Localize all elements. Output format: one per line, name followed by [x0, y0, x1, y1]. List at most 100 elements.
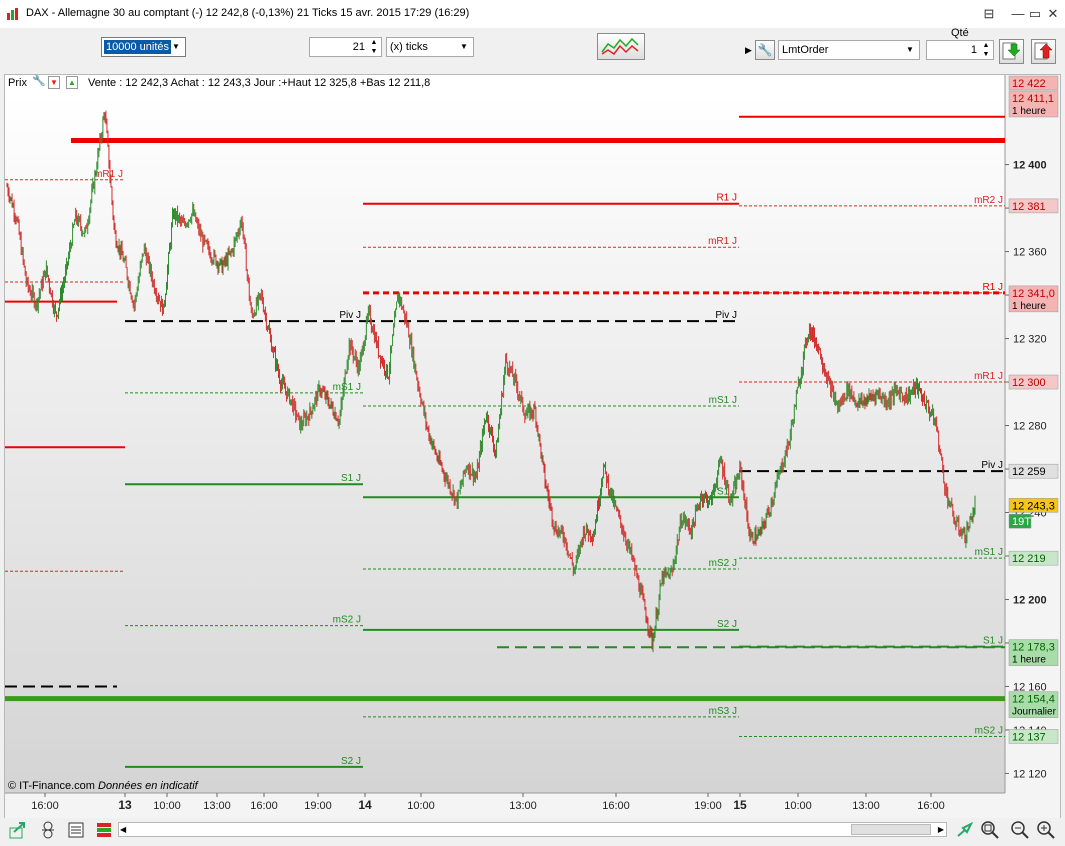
- y-tick-label: 12 320: [1013, 334, 1047, 346]
- y-tick-label: 12 120: [1013, 768, 1047, 780]
- quote-info: Vente : 12 242,3 Achat : 12 243,3 Jour :…: [88, 77, 431, 89]
- x-tick-label: 16:00: [250, 800, 278, 812]
- fit-icon[interactable]: [955, 820, 975, 843]
- level-label: mR2 J: [974, 195, 1003, 206]
- price-tag-label: 12 300: [1012, 377, 1046, 389]
- copyright-disclaimer: Données en indicatif: [98, 780, 198, 792]
- x-tick-label: 13:00: [509, 800, 537, 812]
- chevron-down-icon[interactable]: ▼: [457, 39, 471, 55]
- qty-value: 1: [970, 44, 977, 56]
- chevron-down-icon[interactable]: ▼: [903, 42, 917, 58]
- collapse-arrow-icon[interactable]: ▶: [745, 45, 752, 56]
- app-logo-icon: [6, 7, 20, 21]
- ticks-count-stepper[interactable]: 21 ▲ ▼: [309, 37, 382, 57]
- plot-background: [5, 95, 1005, 793]
- chart-style-button[interactable]: [597, 33, 645, 60]
- spin-arrows-icon[interactable]: ▲ ▼: [368, 38, 380, 56]
- y-tick-label: 12 400: [1013, 160, 1047, 172]
- order-type-select[interactable]: LmtOrder ▼: [778, 40, 920, 60]
- x-tick-label: 13:00: [203, 800, 231, 812]
- level-label: mR1 J: [974, 371, 1003, 382]
- level-label: Piv J: [339, 310, 361, 321]
- wrench-icon[interactable]: 🔧: [32, 76, 46, 89]
- price-tag-label: 12 411,1: [1012, 93, 1054, 105]
- price-tag-label: 12 154,4: [1012, 694, 1055, 706]
- list-icon[interactable]: [66, 820, 86, 843]
- x-tick-label: 14: [358, 798, 372, 812]
- zoom-fit-icon[interactable]: [980, 820, 1000, 843]
- price-tag-timeframe: Journalier: [1012, 707, 1057, 718]
- price-chart[interactable]: mR1 J Piv J mS1 J S1 J mS2 J S2 J R1 J mR1 J Piv…: [5, 75, 1060, 819]
- scroll-right-icon[interactable]: ▶: [938, 823, 944, 836]
- chevron-down-icon[interactable]: ▼: [169, 39, 183, 55]
- price-label: Prix: [8, 77, 27, 89]
- candles-chart-icon: [601, 37, 639, 56]
- x-tick-label: 10:00: [407, 800, 435, 812]
- settings-icon[interactable]: [38, 820, 58, 843]
- copyright-note: © IT-Finance.com Données en indicatif: [8, 780, 198, 792]
- copyright-source: © IT-Finance.com: [8, 780, 95, 792]
- scroll-left-icon[interactable]: ◀: [120, 823, 126, 836]
- zoom-in-icon[interactable]: [1036, 820, 1056, 843]
- level-label: R1 J: [716, 193, 737, 204]
- price-tag-label: 12 137: [1012, 731, 1046, 743]
- level-label: mS1 J: [333, 382, 361, 393]
- buy-button[interactable]: [999, 39, 1024, 64]
- window-title: DAX - Allemagne 30 au comptant (-) 12 24…: [26, 7, 470, 19]
- level-label: R1 J: [982, 282, 1003, 293]
- ticks-mode-select[interactable]: (x) ticks ▼: [386, 37, 474, 57]
- level-label: S1 J: [983, 636, 1003, 647]
- scroll-thumb[interactable]: [851, 824, 931, 835]
- level-label: mR1 J: [708, 236, 737, 247]
- price-tag-timeframe: 1 heure: [1012, 301, 1046, 312]
- price-tag-timeframe: 1 heure: [1012, 655, 1046, 666]
- export-icon[interactable]: [8, 820, 28, 843]
- close-button[interactable]: ✕: [1040, 4, 1065, 24]
- y-tick-label: 12 280: [1013, 421, 1047, 433]
- qty-label: Qté: [951, 27, 969, 39]
- chart-panel[interactable]: mR1 J Piv J mS1 J S1 J mS2 J S2 J R1 J mR1 J Piv…: [4, 74, 1061, 820]
- y-tick-label: 12 200: [1013, 594, 1047, 606]
- level-label: Piv J: [981, 460, 1003, 471]
- title-bar: DAX - Allemagne 30 au comptant (-) 12 24…: [0, 0, 1065, 29]
- level-label: mS1 J: [709, 395, 737, 406]
- level-label: mS2 J: [333, 615, 361, 626]
- qty-stepper[interactable]: 1 ▲ ▼: [926, 40, 994, 60]
- level-label: S2 J: [717, 619, 737, 630]
- x-tick-label: 10:00: [153, 800, 181, 812]
- buy-small-icon[interactable]: ▲: [66, 76, 78, 89]
- price-tag-label: 12 422: [1012, 78, 1046, 90]
- x-tick-label: 10:00: [784, 800, 812, 812]
- price-tag-label: 19T: [1012, 516, 1031, 528]
- zoom-out-icon[interactable]: [1010, 820, 1030, 843]
- x-tick-label: 16:00: [31, 800, 59, 812]
- x-tick-label: 13:00: [852, 800, 880, 812]
- x-tick-label: 16:00: [602, 800, 630, 812]
- level-label: mR1 J: [94, 169, 123, 180]
- x-tick-label: 19:00: [694, 800, 722, 812]
- level-label: S1 J: [341, 473, 361, 484]
- price-tag-label: 12 341,0: [1012, 288, 1055, 300]
- price-tag-label: 12 259: [1012, 466, 1046, 478]
- x-tick-label: 16:00: [917, 800, 945, 812]
- level-label: mS3 J: [709, 706, 737, 717]
- buy-arrow-icon: [1002, 42, 1021, 60]
- horizontal-scrollbar[interactable]: ◀ ▶: [118, 822, 947, 837]
- pin-icon[interactable]: ⊟: [976, 4, 1002, 24]
- sell-button[interactable]: [1031, 39, 1056, 64]
- level-label: S2 J: [341, 756, 361, 767]
- units-select[interactable]: 10000 unités ▼: [101, 37, 186, 57]
- wrench-icon[interactable]: 🔧: [755, 40, 775, 60]
- price-tag-label: 12 243,3: [1012, 500, 1055, 512]
- indicators-icon[interactable]: [94, 820, 114, 843]
- spin-arrows-icon[interactable]: ▲ ▼: [980, 41, 992, 59]
- price-tag-label: 12 219: [1012, 553, 1046, 565]
- sell-small-icon[interactable]: ▼: [48, 76, 60, 89]
- x-tick-label: 15: [733, 798, 747, 812]
- ticks-mode-value: (x) ticks: [390, 41, 428, 53]
- level-label: Piv J: [715, 310, 737, 321]
- units-value: 10000 unités: [104, 40, 171, 54]
- ticks-count-value: 21: [352, 41, 365, 53]
- price-tag-label: 12 381: [1012, 201, 1046, 213]
- level-label: mS1 J: [975, 547, 1003, 558]
